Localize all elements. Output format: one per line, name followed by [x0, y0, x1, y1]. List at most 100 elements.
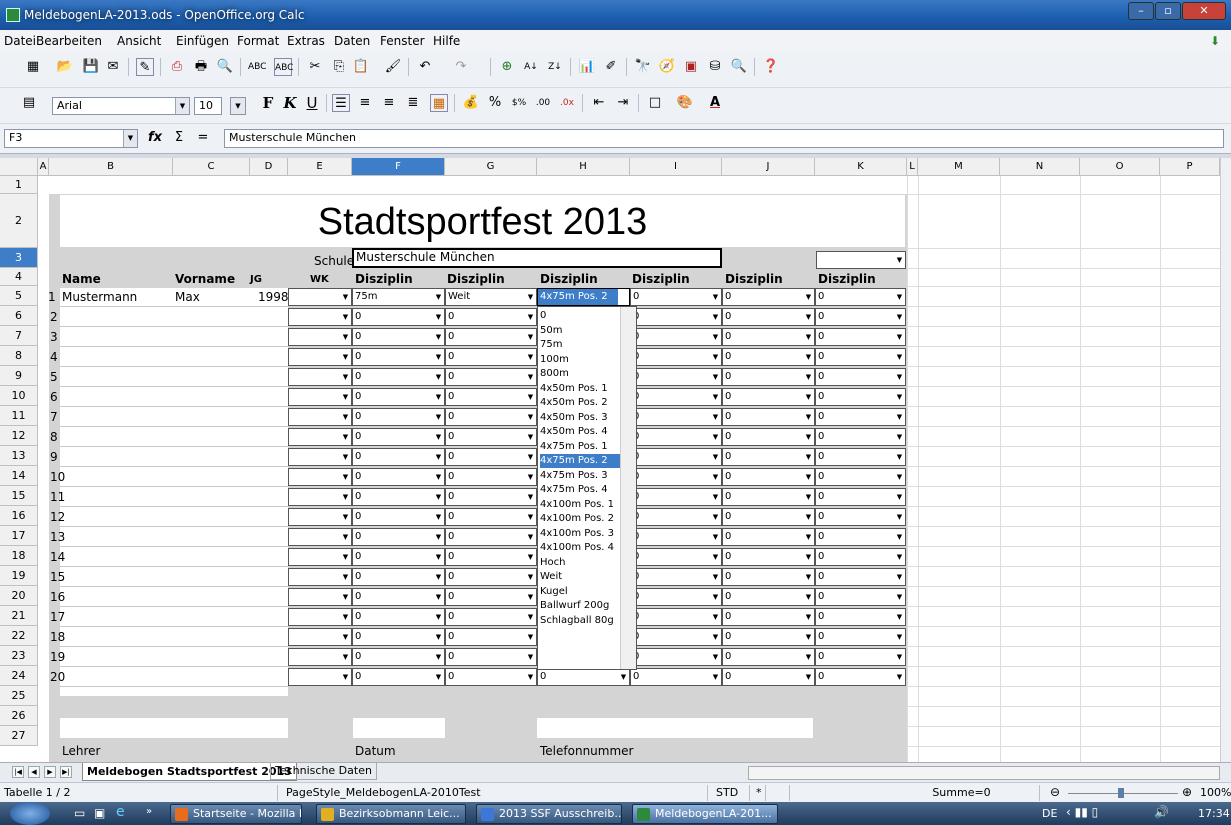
function-icon[interactable]: = [194, 129, 212, 147]
font-size-dropdown[interactable]: ▼ [230, 97, 246, 115]
chevron-down-icon[interactable]: ▼ [894, 669, 905, 685]
chevron-down-icon[interactable]: ▼ [710, 309, 721, 325]
chevron-down-icon[interactable]: ▼ [433, 449, 444, 465]
disziplin-dropdown[interactable]: 0▼ [630, 588, 722, 606]
disziplin-dropdown[interactable]: 0▼ [722, 408, 815, 426]
telefon-field[interactable] [537, 718, 813, 738]
chevron-down-icon[interactable]: ▼ [525, 529, 536, 545]
chevron-down-icon[interactable]: ▼ [894, 469, 905, 485]
row-header-14[interactable]: 14 [0, 466, 38, 486]
increase-indent-icon[interactable]: ⇥ [614, 94, 632, 112]
disziplin-dropdown[interactable]: 0▼ [352, 388, 445, 406]
data-sources-icon[interactable]: ⛁ [706, 58, 724, 76]
disziplin-dropdown[interactable]: 0▼ [815, 468, 906, 486]
find-replace-icon[interactable]: 🔭 [634, 58, 652, 76]
disziplin-dropdown[interactable]: 0▼ [630, 488, 722, 506]
dropdown-option[interactable]: 50m [540, 324, 620, 338]
row-header-16[interactable]: 16 [0, 506, 38, 526]
row-header-20[interactable]: 20 [0, 586, 38, 606]
chevron-down-icon[interactable]: ▼ [894, 549, 905, 565]
chevron-down-icon[interactable]: ▼ [340, 349, 351, 365]
disziplin-dropdown[interactable]: 0▼ [352, 368, 445, 386]
dropdown-option[interactable]: 4x75m Pos. 3 [540, 469, 620, 483]
disziplin-dropdown[interactable]: 0▼ [815, 408, 906, 426]
align-left-icon[interactable]: ☰ [332, 94, 350, 112]
wk-dropdown[interactable]: ▼ [288, 408, 352, 426]
k3-dropdown[interactable]: ▼ [816, 251, 906, 269]
sort-descending-icon[interactable]: Z↓ [546, 58, 564, 76]
disziplin-dropdown[interactable]: 0▼ [445, 448, 537, 466]
disziplin-dropdown[interactable]: 0▼ [722, 508, 815, 526]
disziplin-dropdown[interactable]: 0▼ [352, 548, 445, 566]
draw-functions-icon[interactable]: ✐ [602, 58, 620, 76]
selection-mode[interactable]: STD [712, 785, 750, 801]
row-header-12[interactable]: 12 [0, 426, 38, 446]
row-header-10[interactable]: 10 [0, 386, 38, 406]
row-header-1[interactable]: 1 [0, 176, 38, 194]
tab-technische-daten[interactable]: Technische Daten [270, 763, 377, 780]
datum-field[interactable] [353, 718, 445, 738]
font-name-box[interactable]: Arial ▼ [52, 97, 190, 115]
copy-icon[interactable]: ⎘ [330, 58, 348, 76]
chevron-down-icon[interactable]: ▼ [525, 469, 536, 485]
chevron-down-icon[interactable]: ▼ [894, 289, 905, 305]
undo-icon[interactable]: ↶ [416, 58, 434, 76]
standard-format-icon[interactable]: $% [510, 94, 528, 112]
disziplin-dropdown[interactable]: 0▼ [445, 408, 537, 426]
menu-datei[interactable]: Datei [4, 34, 36, 48]
chevron-down-icon[interactable]: ▼ [894, 449, 905, 465]
chevron-down-icon[interactable]: ▼ [340, 589, 351, 605]
wk-dropdown[interactable]: ▼ [288, 568, 352, 586]
merge-cells-icon[interactable]: ▦ [430, 94, 448, 112]
dropdown-option[interactable]: 4x100m Pos. 4 [540, 541, 620, 555]
disziplin-dropdown[interactable]: 0▼ [630, 348, 722, 366]
chevron-down-icon[interactable]: ▼ [803, 289, 814, 305]
new-document-icon[interactable]: ▦ [24, 58, 42, 76]
chevron-down-icon[interactable]: ▼ [340, 309, 351, 325]
disziplin-dropdown[interactable]: 0▼ [630, 608, 722, 626]
disziplin-dropdown[interactable]: 0▼ [445, 328, 537, 346]
disziplin-dropdown[interactable]: 0▼ [815, 548, 906, 566]
chevron-down-icon[interactable]: ▼ [803, 389, 814, 405]
disziplin-dropdown[interactable]: 0▼ [630, 288, 722, 306]
close-button[interactable]: ✕ [1182, 2, 1226, 20]
tray-icons[interactable]: ‹ ▮▮ ▯ [1066, 805, 1098, 819]
chevron-down-icon[interactable]: ▼ [433, 389, 444, 405]
disziplin-dropdown[interactable]: 0▼ [722, 648, 815, 666]
chevron-down-icon[interactable]: ▼ [433, 309, 444, 325]
column-header-n[interactable]: N [1000, 158, 1080, 176]
dropdown-option[interactable]: Schlagball 80g [540, 614, 620, 628]
chevron-down-icon[interactable]: ▼ [710, 389, 721, 405]
disziplin-dropdown[interactable]: 0▼ [815, 388, 906, 406]
row-header-13[interactable]: 13 [0, 446, 38, 466]
last-sheet-button[interactable]: ▶| [60, 766, 72, 778]
row-header-19[interactable]: 19 [0, 566, 38, 586]
wk-dropdown[interactable]: ▼ [288, 608, 352, 626]
disziplin-dropdown[interactable]: 0▼ [352, 328, 445, 346]
disziplin-dropdown[interactable]: 0▼ [815, 288, 906, 306]
disziplin-dropdown[interactable]: 0▼ [630, 448, 722, 466]
disziplin-dropdown[interactable]: 0▼ [445, 348, 537, 366]
disziplin-dropdown[interactable]: 0▼ [722, 628, 815, 646]
chevron-down-icon[interactable]: ▼ [803, 429, 814, 445]
chevron-down-icon[interactable]: ▼ [525, 629, 536, 645]
column-header-h[interactable]: H [537, 158, 630, 176]
menu-hilfe[interactable]: Hilfe [433, 34, 460, 48]
chevron-down-icon[interactable]: ▼ [803, 629, 814, 645]
chart-icon[interactable]: 📊 [578, 58, 596, 76]
disziplin-dropdown[interactable]: 0▼ [722, 608, 815, 626]
font-color-icon[interactable]: A [706, 94, 724, 112]
disziplin-dropdown[interactable]: 0▼ [352, 448, 445, 466]
chevron-down-icon[interactable]: ▼ [710, 289, 721, 305]
disziplin-dropdown[interactable]: 0▼ [815, 608, 906, 626]
redo-icon[interactable]: ↷ [452, 58, 470, 76]
wk-dropdown[interactable]: ▼ [288, 628, 352, 646]
wk-dropdown[interactable]: ▼ [288, 508, 352, 526]
chevron-down-icon[interactable]: ▼ [803, 329, 814, 345]
disziplin-dropdown[interactable]: 0▼ [630, 408, 722, 426]
tab-meldebogen[interactable]: Meldebogen Stadtsportfest 2013 [82, 763, 297, 781]
chevron-down-icon[interactable]: ▼ [433, 629, 444, 645]
first-sheet-button[interactable]: |◀ [12, 766, 24, 778]
prev-sheet-button[interactable]: ◀ [28, 766, 40, 778]
dropdown-option[interactable]: Ballwurf 200g [540, 599, 620, 613]
